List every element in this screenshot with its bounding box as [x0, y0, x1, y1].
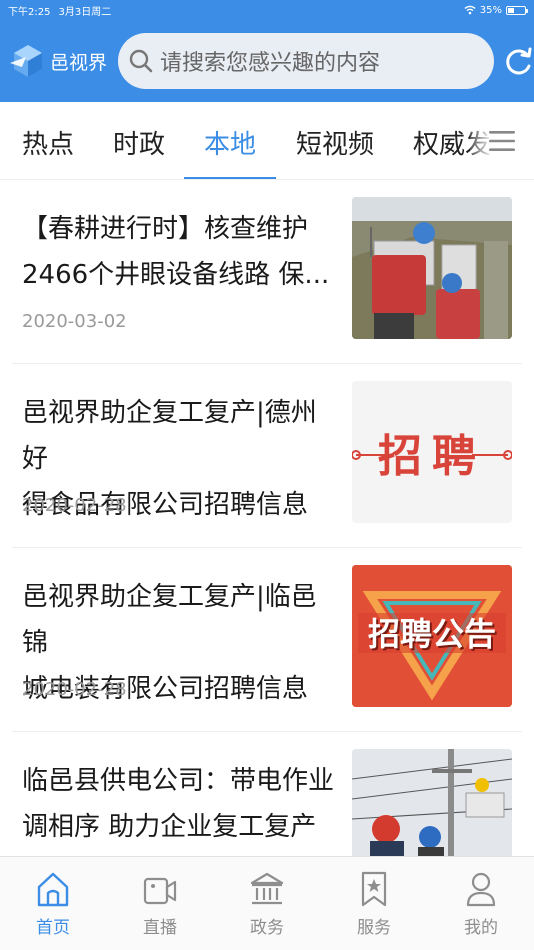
- wifi-icon: [464, 5, 476, 15]
- news-thumbnail: [352, 749, 512, 856]
- news-feed: 【春耕进行时】核查维护 2466个井眼设备线路 保... 2020-03-02: [0, 180, 534, 856]
- news-date: 2020-03-02: [22, 311, 127, 332]
- power-line-workers-image: [352, 749, 512, 856]
- home-icon: [37, 872, 69, 907]
- app-logo[interactable]: 邑视界: [8, 41, 114, 81]
- user-icon: [466, 872, 496, 907]
- news-title-line: 【春耕进行时】核查维护: [22, 214, 309, 244]
- nav-service[interactable]: 服务: [334, 869, 414, 938]
- news-item-1[interactable]: 【春耕进行时】核查维护 2466个井眼设备线路 保... 2020-03-02: [0, 180, 534, 364]
- nav-label: 直播: [143, 918, 177, 938]
- news-item-2[interactable]: 邑视界助企复工复产|德州好 得食品有限公司招聘信息 2020-02-28 招聘: [0, 364, 534, 548]
- tabs-menu-button[interactable]: [470, 102, 534, 180]
- government-icon: [250, 872, 284, 905]
- status-bar: 下午2:25 3月3日周二 35%: [0, 0, 534, 20]
- search-bar[interactable]: 请搜索您感兴趣的内容: [118, 33, 494, 89]
- refresh-icon: [506, 47, 532, 75]
- tab-hot[interactable]: 热点: [22, 124, 74, 161]
- nav-label: 服务: [357, 918, 391, 938]
- news-thumbnail: [352, 197, 512, 339]
- news-thumbnail: 招聘: [352, 381, 512, 523]
- news-date: 2020-02-28: [22, 679, 127, 700]
- nav-label: 政务: [250, 918, 284, 938]
- status-time: 下午2:25: [8, 6, 51, 18]
- nav-profile[interactable]: 我的: [441, 869, 521, 938]
- field-workers-image: [352, 197, 512, 339]
- logo-text: 邑视界: [50, 51, 108, 74]
- nav-label: 我的: [464, 918, 498, 938]
- news-date: 2020-02-28: [22, 495, 127, 516]
- recruit-image-text: 招聘: [378, 431, 486, 482]
- category-tabs: 热点 时政 本地 短视频 权威发布: [0, 102, 534, 180]
- search-icon: [129, 49, 153, 73]
- news-title-line: 邑视界助企复工复产|德州好: [22, 398, 317, 474]
- bookmark-star-icon: [361, 871, 387, 907]
- news-title: 【春耕进行时】核查维护 2466个井眼设备线路 保...: [22, 206, 338, 298]
- tab-local[interactable]: 本地: [204, 124, 256, 161]
- news-item-3[interactable]: 邑视界助企复工复产|临邑锦 城电装有限公司招聘信息 2020-02-28 招聘公…: [0, 548, 534, 732]
- news-title-line: 调相序 助力企业复工复产: [22, 812, 317, 842]
- bottom-navigation: 首页 直播 政务 服务 我的: [0, 856, 534, 950]
- recruit-notice-image-text: 招聘公告: [367, 615, 496, 653]
- news-title: 临邑县供电公司：带电作业 调相序 助力企业复工复产: [22, 758, 338, 850]
- search-placeholder: 请搜索您感兴趣的内容: [160, 51, 381, 76]
- nav-home[interactable]: 首页: [13, 869, 93, 938]
- refresh-button[interactable]: [504, 43, 534, 79]
- app-header: 邑视界 请搜索您感兴趣的内容: [0, 20, 534, 102]
- news-item-4[interactable]: 临邑县供电公司：带电作业 调相序 助力企业复工复产: [0, 732, 534, 856]
- battery-icon: [506, 5, 528, 15]
- video-icon: [143, 877, 177, 905]
- nav-live[interactable]: 直播: [120, 869, 200, 938]
- tab-short-video[interactable]: 短视频: [296, 124, 374, 161]
- nav-label: 首页: [36, 918, 70, 938]
- news-title-line: 2466个井眼设备线路 保...: [22, 260, 330, 290]
- battery-fill: [508, 7, 514, 13]
- nav-government[interactable]: 政务: [227, 869, 307, 938]
- menu-icon: [489, 131, 515, 151]
- tab-politics[interactable]: 时政: [113, 124, 165, 161]
- status-date: 3月3日周二: [58, 6, 112, 18]
- news-title-line: 临邑县供电公司：带电作业: [22, 766, 335, 796]
- news-title-line: 邑视界助企复工复产|临邑锦: [22, 582, 317, 658]
- logo-icon: [10, 45, 42, 77]
- battery-percent: 35%: [479, 4, 502, 16]
- news-thumbnail: 招聘公告: [352, 565, 512, 707]
